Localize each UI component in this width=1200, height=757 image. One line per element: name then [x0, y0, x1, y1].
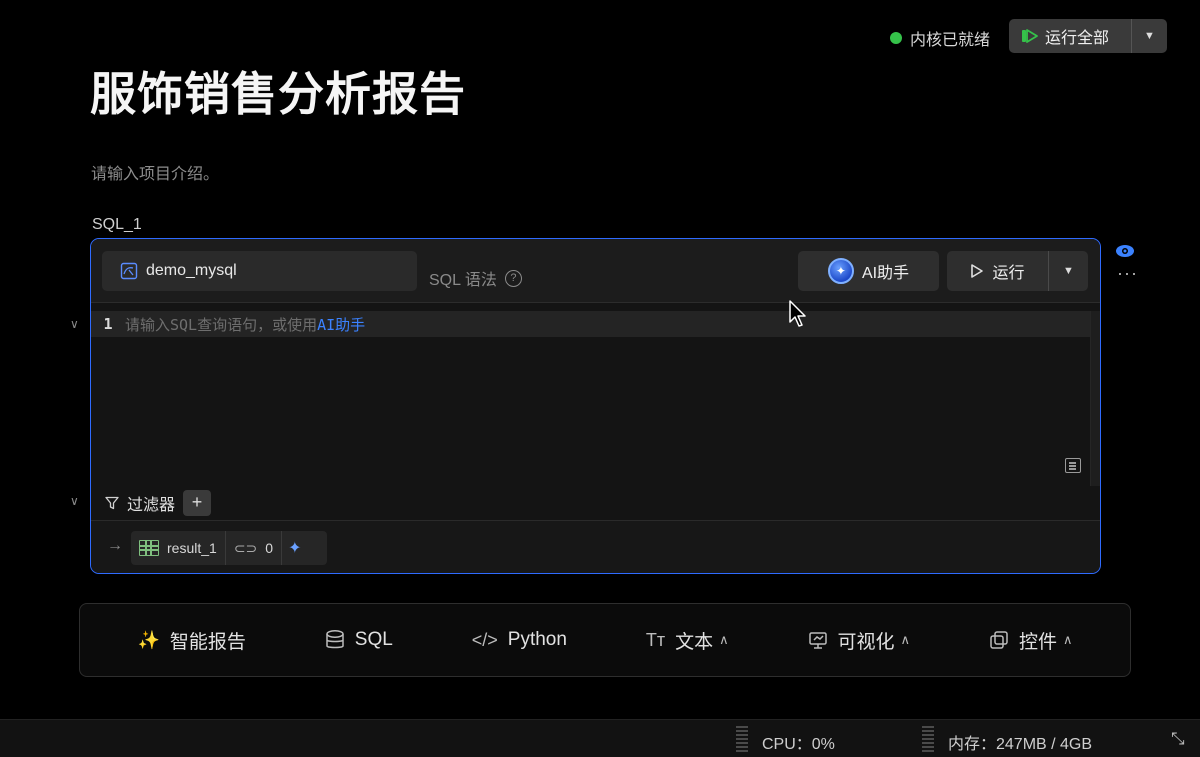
run-all-button-group: 运行全部 ▼ — [1009, 19, 1167, 53]
result-chip[interactable]: result_1 ⊂⊃ 0 ✦ — [131, 531, 327, 565]
run-dropdown-button[interactable]: ▼ — [1049, 251, 1088, 291]
memory-usage: 内存：247MB / 4GB — [948, 736, 1093, 753]
toolbar-item-label: Python — [507, 629, 567, 650]
code-icon: </> — [471, 629, 498, 650]
chevron-up-icon: ∧ — [900, 632, 911, 647]
datasource-name: demo_mysql — [146, 262, 237, 279]
toolbar-item-label: 可视化 — [837, 631, 895, 653]
toolbar-item-label: 控件 — [1018, 631, 1057, 653]
add-smart-report-button[interactable]: ✨ 智能报告 — [137, 627, 245, 654]
line-number: 1 — [103, 315, 113, 333]
notebook-page: 内核已就绪 运行全部 ▼ 服饰销售分析报告 请输入项目介绍。 SQL_1 ∨ ∨… — [0, 0, 1200, 757]
mysql-database-icon — [120, 262, 138, 280]
page-title[interactable]: 服饰销售分析报告 — [90, 58, 466, 124]
cpu-meter-icon — [736, 726, 748, 752]
add-python-button[interactable]: </> Python — [472, 629, 567, 651]
kernel-status: 内核已就绪 — [890, 26, 990, 50]
toolbar-item-label: SQL — [354, 629, 393, 650]
result-links-button[interactable]: ⊂⊃ 0 — [226, 531, 283, 565]
format-code-icon[interactable] — [1065, 458, 1081, 473]
run-all-button[interactable]: 运行全部 — [1009, 19, 1132, 53]
collapse-editor-chevron-icon[interactable]: ∨ — [70, 317, 79, 331]
chart-icon — [808, 632, 827, 649]
ai-sparkle-icon: ✦ — [827, 258, 854, 284]
editor-placeholder: 请输入SQL查询语句，或使用AI助手 — [125, 314, 365, 335]
cpu-usage: CPU：0% — [762, 736, 835, 753]
result-name: result_1 — [167, 540, 217, 556]
table-icon — [139, 540, 159, 556]
result-link-count: 0 — [265, 540, 274, 556]
more-options-icon[interactable]: ··· — [1117, 263, 1138, 284]
cell-name[interactable]: SQL_1 — [92, 216, 142, 234]
eye-icon[interactable] — [1115, 244, 1135, 258]
widget-icon — [990, 631, 1008, 649]
chevron-up-icon: ∧ — [719, 632, 729, 647]
magic-wand-icon: ✨ — [137, 629, 160, 650]
run-button[interactable]: 运行 — [947, 251, 1049, 291]
ai-assistant-button[interactable]: ✦ AI助手 — [798, 251, 939, 291]
result-table-button[interactable]: result_1 — [131, 531, 226, 565]
sql-cell: demo_mysql SQL 语法 ? ✦ AI助手 运行 ▼ 1 请输入SQL… — [90, 238, 1101, 574]
link-icon: ⊂⊃ — [233, 539, 258, 556]
run-all-icon — [1022, 29, 1038, 43]
cell-toolbar: demo_mysql SQL 语法 ? ✦ AI助手 运行 ▼ — [91, 239, 1100, 303]
datasource-select[interactable]: demo_mysql — [102, 251, 417, 291]
memory-meter-icon — [922, 726, 934, 752]
sql-editor[interactable]: 1 请输入SQL查询语句，或使用AI助手 — [91, 303, 1100, 486]
run-button-group: 运行 ▼ — [947, 251, 1088, 291]
add-filter-button[interactable]: + — [183, 489, 212, 516]
run-all-dropdown-button[interactable]: ▼ — [1132, 19, 1167, 53]
database-icon — [326, 630, 344, 649]
status-bar: CPU：0% 内存：247MB / 4GB ⤡ — [0, 719, 1200, 757]
add-cell-toolbar: ✨ 智能报告 SQL </> Python Tт 文本 ∧ 可视化 ∧ 控件 ∧ — [79, 603, 1131, 677]
editor-ai-assistant-link[interactable]: AI助手 — [317, 316, 365, 334]
collapse-arrows-icon[interactable]: ⤡ — [1171, 729, 1185, 749]
chevron-down-icon: ▼ — [1144, 30, 1155, 42]
ai-assistant-label: AI助手 — [861, 265, 910, 282]
collapse-filter-chevron-icon[interactable]: ∨ — [70, 494, 79, 508]
arrow-right-icon: → — [107, 537, 123, 554]
toolbar-item-label: 文本 — [675, 631, 714, 653]
editor-scrollbar[interactable] — [1090, 311, 1100, 486]
chevron-down-icon: ▼ — [1063, 265, 1074, 277]
run-all-label: 运行全部 — [1045, 30, 1110, 47]
toolbar-item-label: 智能报告 — [169, 631, 246, 653]
result-ai-button[interactable]: ✦ — [282, 531, 307, 565]
editor-placeholder-text: 请输入SQL查询语句，或使用 — [125, 315, 318, 334]
sql-syntax-label: SQL 语法 — [429, 272, 497, 289]
sql-syntax-help[interactable]: SQL 语法 ? — [429, 266, 522, 290]
text-size-icon: Tт — [645, 629, 666, 650]
result-row: → result_1 ⊂⊃ 0 ✦ — [91, 520, 1100, 573]
run-label: 运行 — [992, 265, 1025, 282]
project-intro-input[interactable]: 请输入项目介绍。 — [91, 160, 219, 184]
kernel-status-dot-icon — [890, 32, 902, 44]
magic-wand-icon: ✦ — [288, 540, 302, 557]
add-sql-button[interactable]: SQL — [325, 629, 393, 651]
filter-row: 过滤器 + — [91, 486, 1100, 519]
add-text-button[interactable]: Tт 文本 ∧ — [646, 627, 729, 654]
chevron-up-icon: ∧ — [1062, 632, 1073, 647]
add-widget-button[interactable]: 控件 ∧ — [989, 627, 1073, 654]
filter-funnel-icon — [105, 496, 119, 509]
kernel-status-label: 内核已就绪 — [910, 32, 991, 49]
editor-line[interactable]: 1 请输入SQL查询语句，或使用AI助手 — [91, 311, 1090, 337]
filter-label: 过滤器 — [127, 496, 176, 514]
play-icon — [971, 264, 984, 278]
help-icon: ? — [504, 269, 522, 287]
add-visualization-button[interactable]: 可视化 ∧ — [808, 627, 911, 654]
